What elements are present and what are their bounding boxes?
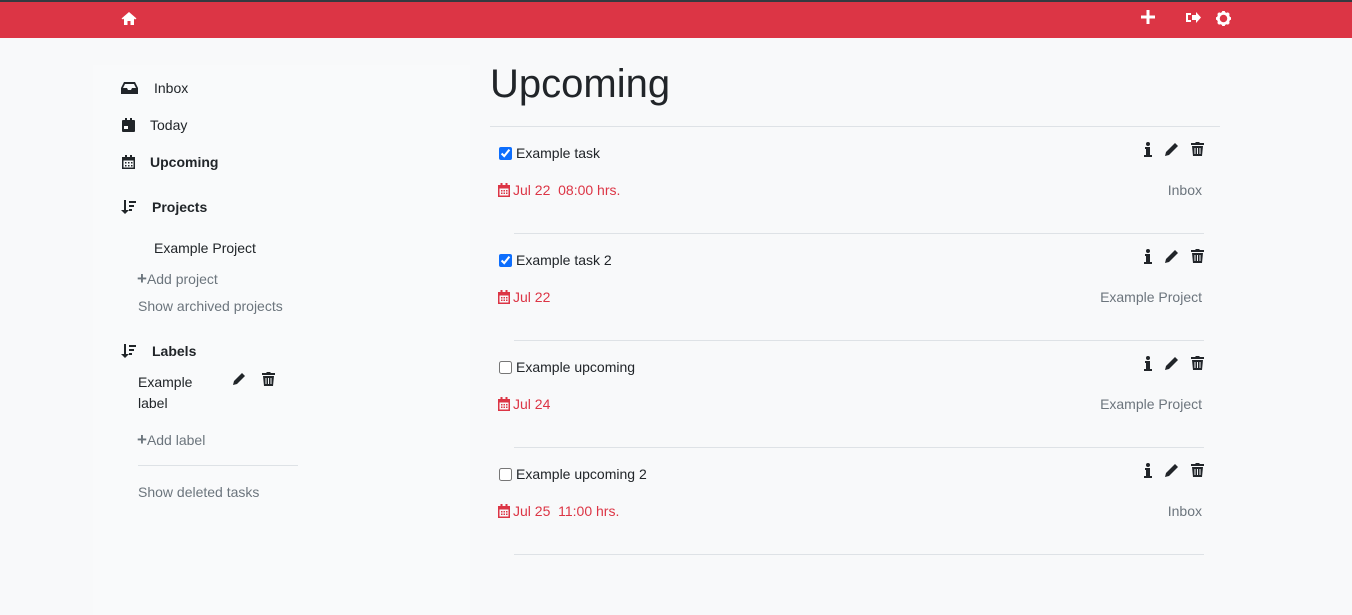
delete-trash-icon[interactable] [1191,356,1204,371]
task-name[interactable]: Example upcoming [516,359,635,375]
edit-label-pencil-icon[interactable] [232,372,246,389]
delete-trash-icon[interactable] [1191,142,1204,157]
task-checkbox[interactable] [499,147,512,160]
labels-heading[interactable]: Labels [121,343,196,359]
task-item: Example task Jul 22 08:00 hrs. Inbox [490,127,1220,234]
delete-label-trash-icon[interactable] [262,372,275,389]
calendar-icon [498,290,510,304]
sort-icon [121,344,136,358]
show-archived-projects-link[interactable]: Show archived projects [138,298,283,314]
task-checkbox[interactable] [499,468,512,481]
show-deleted-tasks-link[interactable]: Show deleted tasks [138,484,259,500]
sidebar-item-label: Today [150,117,188,133]
delete-trash-icon[interactable] [1191,249,1204,264]
task-item: Example task 2 Jul 22 Example Project [490,234,1220,341]
task-name[interactable]: Example upcoming 2 [516,466,647,482]
task-project: Inbox [1167,182,1202,198]
projects-label: Projects [152,199,208,215]
edit-pencil-icon[interactable] [1164,142,1179,157]
label-item[interactable]: Example label [138,372,208,414]
edit-pencil-icon[interactable] [1164,463,1179,478]
edit-pencil-icon[interactable] [1164,356,1179,371]
sidebar-item-label: Inbox [154,80,189,96]
inbox-icon [121,82,138,94]
info-icon[interactable] [1144,356,1152,371]
calendar-icon [122,155,135,169]
task-checkbox[interactable] [499,254,512,267]
add-label-button[interactable]: +Add label [137,430,205,450]
delete-trash-icon[interactable] [1191,463,1204,478]
gear-icon[interactable] [1216,11,1231,29]
task-due-date: Jul 24 [498,396,550,412]
calendar-icon [498,397,510,411]
task-date-text: Jul 24 [513,396,551,412]
calendar-icon [498,183,510,197]
task-date-text: Jul 22 [513,289,551,305]
task-item: Example upcoming Jul 24 Example Project [490,341,1220,448]
page-title: Upcoming [490,62,671,106]
task-name[interactable]: Example task [516,145,600,161]
task-project: Example Project [1100,396,1202,412]
task-date-text: Jul 25 11:00 hrs. [513,503,620,519]
info-icon[interactable] [1144,142,1152,157]
task-date-text: Jul 22 08:00 hrs. [513,182,621,198]
task-project: Example Project [1100,289,1202,305]
task-due-date: Jul 25 11:00 hrs. [498,503,619,519]
divider [514,554,1204,555]
task-item: Example upcoming 2 Jul 25 11:00 hrs. Inb… [490,448,1220,555]
calendar-day-icon [122,118,135,132]
edit-pencil-icon[interactable] [1164,249,1179,264]
task-due-date: Jul 22 [498,289,550,305]
plus-icon[interactable] [1141,10,1155,27]
info-icon[interactable] [1144,249,1152,264]
labels-label: Labels [152,343,197,359]
task-checkbox[interactable] [499,361,512,374]
task-name[interactable]: Example task 2 [516,252,612,268]
add-project-button[interactable]: +Add project [137,269,218,289]
calendar-icon [498,504,510,518]
sidebar-item-label: Upcoming [150,154,219,170]
sidebar: Inbox Today Upcoming Projects Example Pr… [93,65,470,615]
plus-icon: + [137,269,147,288]
home-icon[interactable] [121,11,137,29]
info-icon[interactable] [1144,463,1152,478]
plus-icon: + [137,430,147,449]
sidebar-item-today[interactable]: Today [121,117,187,133]
project-item[interactable]: Example Project [154,240,256,256]
task-due-date: Jul 22 08:00 hrs. [498,182,620,198]
divider [138,465,298,466]
projects-heading[interactable]: Projects [121,199,207,215]
sidebar-item-inbox[interactable]: Inbox [121,80,188,96]
top-navbar [0,0,1352,38]
sort-icon [121,200,136,214]
task-project: Inbox [1167,503,1202,519]
sidebar-item-upcoming[interactable]: Upcoming [121,154,218,170]
sign-out-icon[interactable] [1186,11,1201,27]
